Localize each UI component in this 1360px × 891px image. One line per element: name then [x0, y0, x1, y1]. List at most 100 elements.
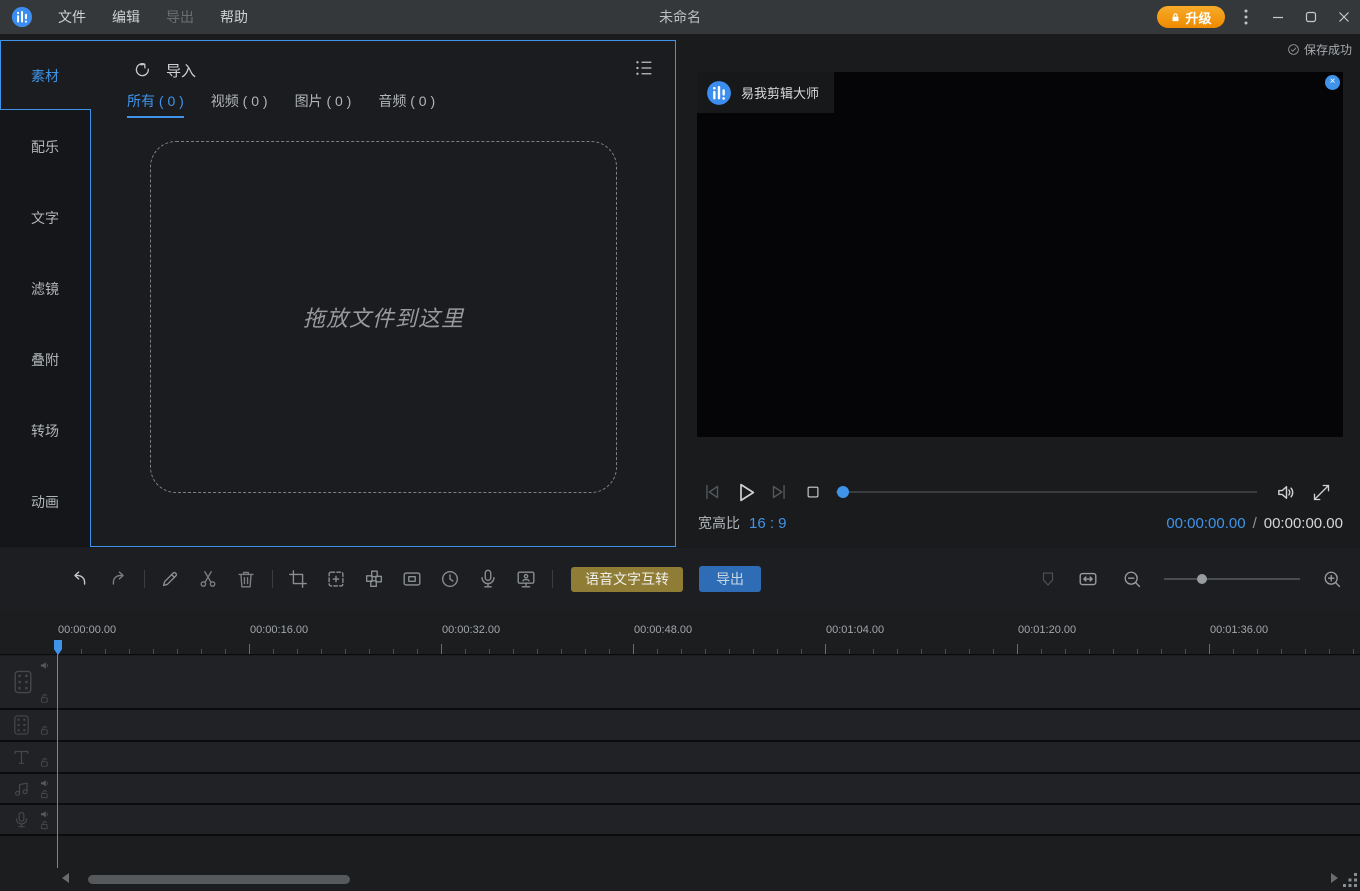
horizontal-scrollbar-thumb[interactable] [88, 875, 350, 884]
app-window: 文件编辑导出帮助 未命名 升级 [0, 0, 1360, 891]
track-row[interactable] [0, 742, 1360, 774]
menu-item[interactable]: 帮助 [207, 0, 261, 34]
track-lock-icon[interactable] [39, 789, 50, 800]
track-row[interactable] [0, 805, 1360, 836]
scroll-right-arrow[interactable] [1331, 873, 1338, 883]
minimize-button[interactable] [1261, 0, 1294, 34]
more-menu-button[interactable] [1231, 0, 1261, 34]
stop-button[interactable] [804, 483, 822, 501]
maximize-icon [1305, 11, 1317, 23]
ruler-tick [81, 649, 82, 654]
sidebar-item[interactable]: 叠附 [0, 324, 90, 395]
sidebar-item[interactable]: 滤镜 [0, 253, 90, 324]
snap-toggle-button[interactable] [1036, 567, 1060, 591]
screen-record-button[interactable] [514, 567, 538, 591]
current-timecode: 00:00:00.00 [1166, 515, 1245, 532]
timeline-zoom-in-button[interactable] [1320, 567, 1344, 591]
media-tab[interactable]: 视频 ( 0 ) [211, 91, 268, 118]
ruler-tick [513, 649, 514, 654]
menu-item[interactable]: 文件 [45, 0, 99, 34]
timeline-zoom-track [1164, 578, 1300, 580]
import-button[interactable]: 导入 [132, 60, 196, 81]
ruler-tick [873, 649, 874, 654]
ruler-timestamp: 00:00:16.00 [250, 624, 308, 636]
timeline-zoom-out-button[interactable] [1120, 567, 1144, 591]
picture-in-picture-button[interactable] [400, 567, 424, 591]
track-type-icon [12, 746, 31, 768]
speech-to-text-button[interactable]: 语音文字互转 [571, 567, 683, 592]
title-bar: 文件编辑导出帮助 未命名 升级 [0, 0, 1360, 34]
titlebar-right: 升级 [1157, 0, 1360, 34]
toolbar-divider [272, 570, 273, 588]
volume-button[interactable] [1275, 481, 1298, 504]
previous-frame-button[interactable] [701, 481, 723, 503]
track-header [0, 805, 57, 834]
next-frame-button[interactable] [768, 481, 790, 503]
fit-timeline-button[interactable] [1076, 567, 1100, 591]
resize-grip[interactable] [1343, 873, 1358, 888]
export-button[interactable]: 导出 [699, 566, 761, 592]
seek-handle[interactable] [837, 486, 849, 498]
edit-clip-button[interactable] [158, 567, 182, 591]
zoom-in-icon [1322, 569, 1343, 590]
file-dropzone[interactable]: 拖放文件到这里 [150, 141, 617, 493]
maximize-button[interactable] [1294, 0, 1327, 34]
ruler-tick [969, 649, 970, 654]
track-list [0, 656, 1360, 836]
timeline-zoom-slider[interactable] [1164, 573, 1300, 585]
scroll-left-arrow[interactable] [62, 873, 69, 883]
media-tab[interactable]: 音频 ( 0 ) [378, 91, 435, 118]
timeline-zoom-controls [1036, 567, 1360, 591]
track-row[interactable] [0, 774, 1360, 805]
track-lock-icon[interactable] [39, 757, 50, 768]
redo-button[interactable] [106, 567, 130, 591]
track-lock-icon[interactable] [39, 820, 50, 831]
timeline-ruler[interactable]: 00:00:00.0000:00:16.0000:00:32.0000:00:4… [0, 610, 1360, 655]
duration-button[interactable] [438, 567, 462, 591]
track-lock-icon[interactable] [39, 725, 50, 736]
zoom-region-button[interactable] [324, 567, 348, 591]
mosaic-button[interactable] [362, 567, 386, 591]
track-mute-icon[interactable] [39, 809, 50, 820]
kebab-icon [1244, 9, 1248, 25]
dropzone-text: 拖放文件到这里 [303, 301, 464, 333]
menu-item[interactable]: 编辑 [99, 0, 153, 34]
seek-slider[interactable] [836, 486, 1257, 498]
ruler-tick [945, 649, 946, 654]
check-circle-icon [1287, 43, 1300, 56]
track-type-icon [12, 778, 31, 800]
zoom-frame-icon [325, 568, 347, 590]
timeline-zoom-handle[interactable] [1197, 574, 1207, 584]
ruler-tick [849, 649, 850, 654]
ruler-tick [321, 649, 322, 654]
ruler-timestamp: 00:00:32.00 [442, 624, 500, 636]
track-row[interactable] [0, 656, 1360, 710]
close-button[interactable] [1327, 0, 1360, 34]
sidebar-item[interactable]: 文字 [0, 182, 90, 253]
sidebar-item[interactable]: 动画 [0, 466, 90, 537]
upgrade-button[interactable]: 升级 [1157, 6, 1225, 28]
media-tab[interactable]: 所有 ( 0 ) [127, 91, 184, 118]
watermark-close-button[interactable]: × [1325, 75, 1340, 90]
track-controls [39, 660, 50, 704]
sidebar-item[interactable]: 转场 [0, 395, 90, 466]
list-view-toggle[interactable] [634, 59, 654, 77]
sidebar-item[interactable]: 配乐 [0, 111, 90, 182]
play-button[interactable] [732, 479, 759, 506]
undo-button[interactable] [68, 567, 92, 591]
fullscreen-button[interactable] [1311, 482, 1332, 503]
split-button[interactable] [196, 567, 220, 591]
track-controls [39, 809, 50, 830]
track-controls [39, 778, 50, 799]
sidebar-item[interactable]: 素材 [0, 40, 90, 111]
aspect-ratio-value[interactable]: 16 : 9 [749, 515, 787, 532]
track-mute-icon[interactable] [39, 660, 50, 671]
track-mute-icon[interactable] [39, 778, 50, 789]
track-lock-icon[interactable] [39, 693, 50, 704]
menu-item[interactable]: 导出 [153, 0, 207, 34]
crop-button[interactable] [286, 567, 310, 591]
delete-button[interactable] [234, 567, 258, 591]
voiceover-button[interactable] [476, 567, 500, 591]
media-tab[interactable]: 图片 ( 0 ) [295, 91, 352, 118]
track-row[interactable] [0, 710, 1360, 742]
